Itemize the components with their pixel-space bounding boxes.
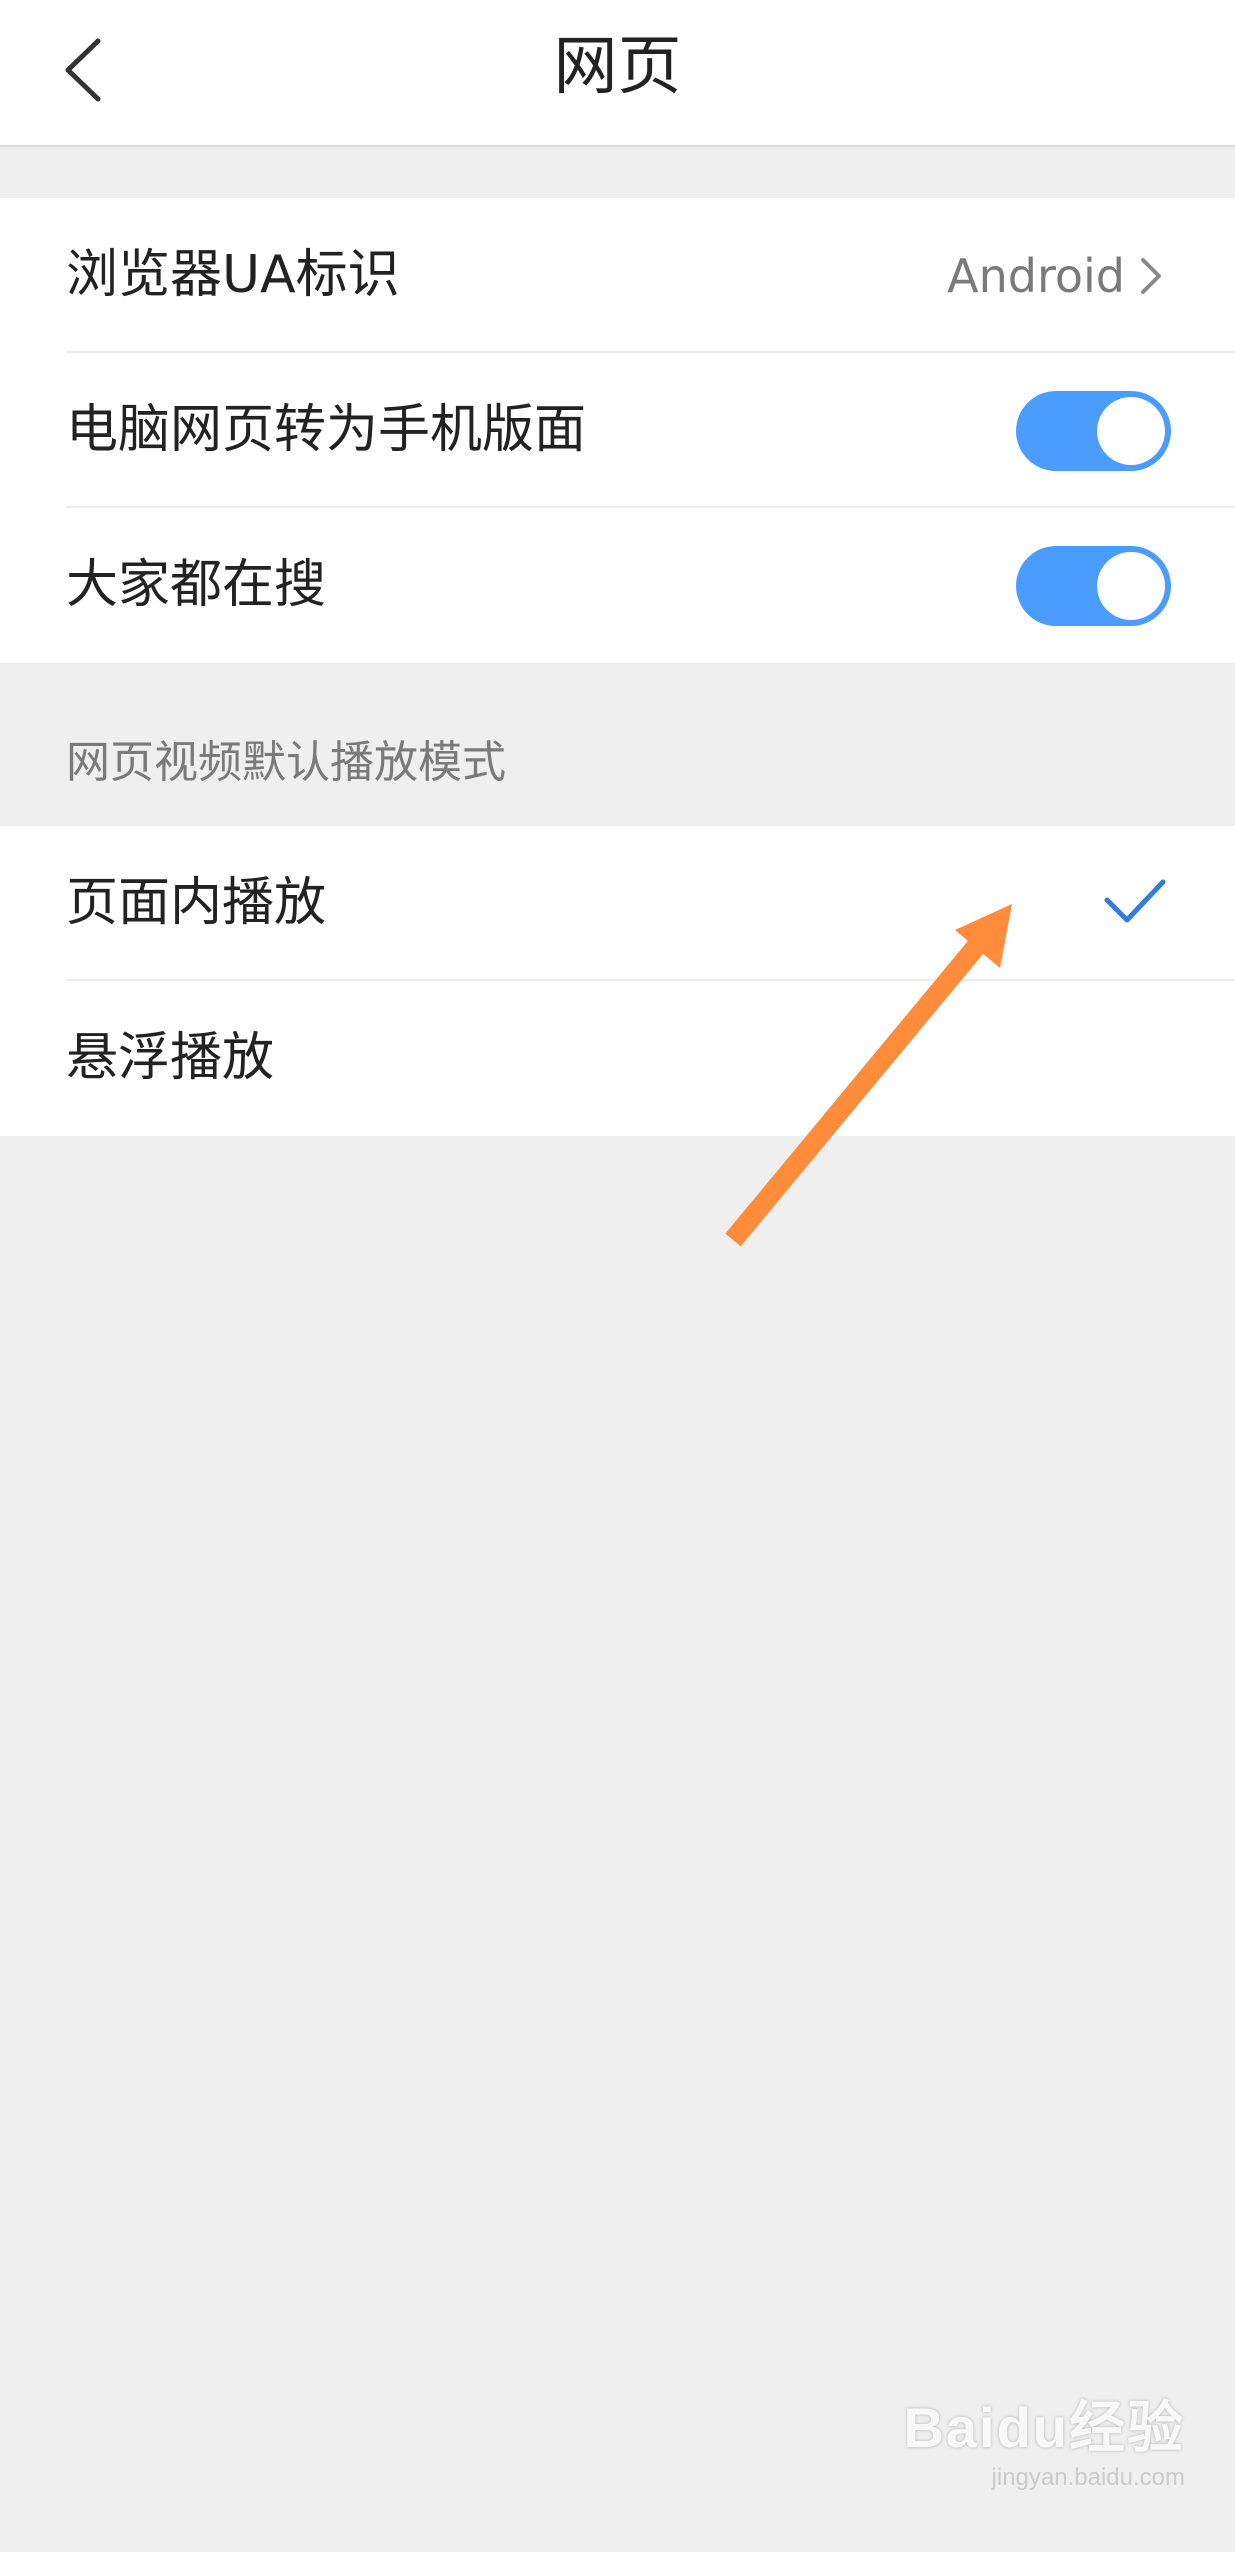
- watermark: Baidu经验 jingyan.baidu.com: [903, 2383, 1185, 2492]
- annotation-arrow-icon: [725, 904, 1012, 1247]
- watermark-url: jingyan.baidu.com: [991, 2464, 1185, 2491]
- watermark-brand: Baidu经验: [903, 2396, 1185, 2459]
